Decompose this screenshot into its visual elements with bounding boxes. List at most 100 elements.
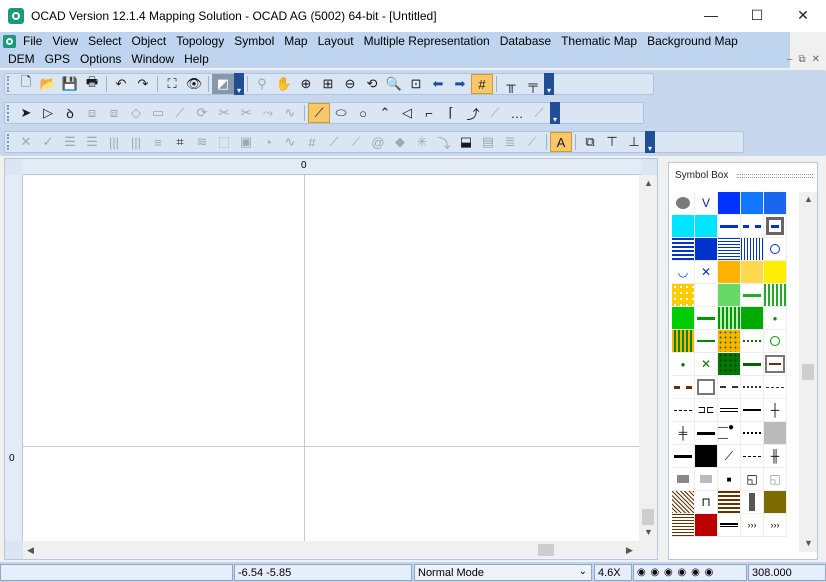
horizontal-scrollbar[interactable]: ◀ ▶ <box>23 541 641 559</box>
cut-line-icon[interactable]: ⟋ <box>169 103 191 123</box>
symbol-cell[interactable] <box>695 284 718 307</box>
ellipse-icon[interactable]: ⬭ <box>330 103 352 123</box>
symbol-cell[interactable] <box>741 422 764 445</box>
symbol-cell[interactable] <box>764 376 787 399</box>
reshape-icon[interactable]: ⤳ <box>257 103 279 123</box>
hand-icon[interactable]: ✋ <box>273 74 295 94</box>
zoom-in-icon[interactable]: ⊕ <box>295 74 317 94</box>
vertical-scrollbar[interactable]: ▲ ▼ <box>639 175 657 541</box>
toolbar-more-button[interactable]: ▾ <box>234 73 244 95</box>
symbol-cell[interactable] <box>672 215 695 238</box>
symbol-cell[interactable] <box>764 261 787 284</box>
symbol-cell[interactable] <box>672 192 695 215</box>
stack-icon[interactable]: ≡ <box>147 132 169 152</box>
symbol-cell[interactable]: ■ <box>718 468 741 491</box>
perpendicular-icon[interactable]: ⊥ <box>623 132 645 152</box>
symbol-cell[interactable] <box>695 422 718 445</box>
symbol-cell[interactable]: ◡ <box>672 261 695 284</box>
symbol-cell[interactable] <box>718 284 741 307</box>
zoom-select-icon[interactable]: ⊡ <box>405 74 427 94</box>
menu-help[interactable]: Help <box>179 52 214 66</box>
scroll-up-icon[interactable]: ▲ <box>644 178 653 188</box>
symbol-cell[interactable]: ┼ <box>764 399 787 422</box>
symbol-cell[interactable] <box>741 330 764 353</box>
symbol-cell[interactable] <box>695 514 718 537</box>
connect-icon[interactable]: ⊤ <box>601 132 623 152</box>
symbol-cell[interactable]: ››› <box>741 514 764 537</box>
close-button[interactable]: ✕ <box>780 0 826 30</box>
zoom-prev-icon[interactable]: ⟲ <box>361 74 383 94</box>
menu-multiple-representation[interactable]: Multiple Representation <box>359 34 495 48</box>
symbol-cell[interactable]: ◱ <box>764 468 787 491</box>
align-icon[interactable]: ☰ <box>59 132 81 152</box>
zoom-window-icon[interactable]: 🔍 <box>383 74 405 94</box>
hatch2-icon[interactable]: ||| <box>125 132 147 152</box>
symbol-cell[interactable] <box>741 445 764 468</box>
menu-view[interactable]: View <box>47 34 83 48</box>
new-file-icon[interactable]: 🗋 <box>15 74 37 94</box>
undo-icon[interactable]: ↶ <box>110 74 132 94</box>
merge-icon[interactable]: ≋ <box>191 132 213 152</box>
symbol-cell[interactable]: ✕ <box>695 353 718 376</box>
status-view-icons[interactable]: ◉ ◉ ◉ ◉ ◉ ◉ <box>633 564 747 581</box>
menu-symbol[interactable]: Symbol <box>229 34 279 48</box>
symbol-cell[interactable] <box>695 376 718 399</box>
maximize-button[interactable]: ☐ <box>734 0 780 30</box>
binoculars-icon[interactable]: ⚲ <box>251 74 273 94</box>
symbol-cell[interactable] <box>764 192 787 215</box>
symbol-cell[interactable] <box>718 215 741 238</box>
join-icon[interactable]: ⟋ <box>323 132 345 152</box>
panel-grip[interactable] <box>737 174 813 178</box>
scroll-left-icon[interactable]: ◀ <box>27 545 34 556</box>
menu-select[interactable]: Select <box>83 34 126 48</box>
symbol-cell[interactable] <box>695 307 718 330</box>
curve-icon[interactable]: ⟋ <box>308 103 330 123</box>
scroll-up-icon[interactable]: ▲ <box>804 194 813 204</box>
menu-thematic-map[interactable]: Thematic Map <box>556 34 642 48</box>
print-icon[interactable]: 🖶 <box>81 74 103 94</box>
symbol-cell[interactable] <box>718 238 741 261</box>
check-icon[interactable]: ✓ <box>37 132 59 152</box>
symbol-cell[interactable]: ╫ <box>764 445 787 468</box>
freehand-icon[interactable]: ⤴ <box>462 103 484 123</box>
scroll-down-icon[interactable]: ▼ <box>804 538 813 548</box>
mdi-minimize-button[interactable]: – <box>787 54 793 65</box>
symbol-cell[interactable] <box>718 399 741 422</box>
map-drawing-area[interactable] <box>23 175 641 541</box>
flip-icon[interactable]: ⟋ <box>521 132 543 152</box>
save-icon[interactable]: 💾 <box>59 74 81 94</box>
symbol-cell[interactable] <box>695 238 718 261</box>
symbol-cell[interactable]: ● <box>672 353 695 376</box>
eye-icon[interactable]: ◉ <box>678 567 688 578</box>
horizontal-scroll-thumb[interactable] <box>538 544 554 556</box>
dash-line-icon[interactable]: ⟋ <box>528 103 550 123</box>
text-icon[interactable]: A <box>550 132 572 152</box>
crop-icon[interactable]: ⌗ <box>169 132 191 152</box>
toolbar-grip[interactable] <box>7 105 13 121</box>
fill-icon[interactable]: ⬓ <box>455 132 477 152</box>
menu-background-map[interactable]: Background Map <box>642 34 743 48</box>
symbol-cell[interactable] <box>672 330 695 353</box>
circle-icon[interactable]: ○ <box>352 103 374 123</box>
menu-topology[interactable]: Topology <box>171 34 229 48</box>
symbol-cell[interactable]: ⟋ <box>718 445 741 468</box>
eye-icon[interactable]: ◉ <box>637 567 647 578</box>
symbol-cell[interactable]: ✕ <box>695 261 718 284</box>
menu-database[interactable]: Database <box>495 34 556 48</box>
symbol-cell[interactable]: ⊓ <box>695 491 718 514</box>
lasso-icon[interactable]: ꝺ <box>59 103 81 123</box>
arrow-right-icon[interactable]: ➡ <box>449 74 471 94</box>
stairs-icon[interactable]: ⌈ <box>440 103 462 123</box>
eye-icon[interactable]: ◉ <box>705 567 715 578</box>
corner-point-icon[interactable]: ◇ <box>125 103 147 123</box>
symbol-cell[interactable] <box>672 307 695 330</box>
measure-icon[interactable]: ╤ <box>522 74 544 94</box>
symbol-cell[interactable] <box>764 330 787 353</box>
eye-icon[interactable]: ◉ <box>664 567 674 578</box>
symbol-cell[interactable] <box>764 422 787 445</box>
symbol-cell[interactable] <box>764 284 787 307</box>
edit-point-icon[interactable]: ▷ <box>37 103 59 123</box>
symbol-cell[interactable] <box>672 468 695 491</box>
symbol-cell[interactable]: ╪ <box>672 422 695 445</box>
eye-icon[interactable]: ◉ <box>651 567 661 578</box>
